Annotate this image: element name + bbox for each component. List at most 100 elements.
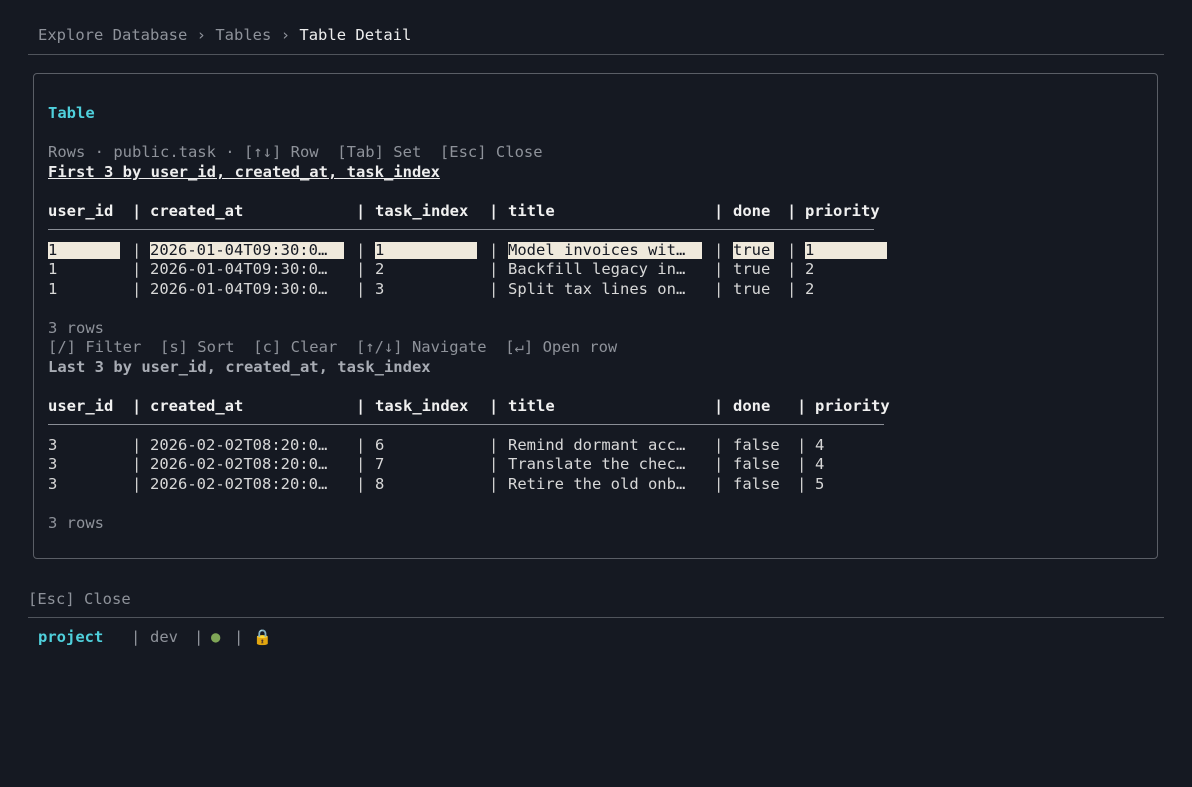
column-separator: |	[489, 280, 499, 298]
cell-user-id: 3	[48, 475, 58, 493]
column-separator: |	[797, 397, 807, 415]
column-separator: |	[714, 241, 724, 259]
column-separator: |	[714, 202, 724, 220]
close-hint[interactable]: [Esc] Close	[28, 589, 131, 609]
column-separator: |	[787, 280, 797, 298]
column-header-title: title	[508, 202, 555, 220]
column-separator: |	[797, 475, 807, 493]
cell-task-index: 6	[375, 436, 385, 454]
column-separator: |	[132, 260, 142, 278]
column-separator: |	[356, 397, 366, 415]
column-header-priority: priority	[805, 202, 880, 220]
status-separator: |	[194, 628, 204, 646]
last-row-count: 3 rows	[48, 514, 104, 532]
column-header-done: done	[733, 202, 771, 220]
cell-done: true	[733, 260, 771, 278]
column-header-task-index: task_index	[375, 202, 469, 220]
column-separator: |	[132, 241, 142, 259]
cell-done: true	[733, 242, 774, 259]
column-separator: |	[714, 280, 724, 298]
cell-task-index: 1	[375, 242, 477, 259]
cell-user-id: 1	[48, 242, 120, 259]
lock-icon: 🔒	[253, 628, 272, 646]
cell-task-index: 8	[375, 475, 385, 493]
first-table-header-rule	[48, 229, 874, 230]
table-row-selected[interactable]: 1 | 2026-01-04T09:30:0… | 1 | Model invo…	[48, 240, 888, 260]
keys-hint: [/] Filter [s] Sort [c] Clear [↑/↓] Navi…	[48, 338, 618, 356]
column-separator: |	[132, 397, 142, 415]
column-separator: |	[787, 260, 797, 278]
status-separator: |	[131, 628, 141, 646]
column-header-user-id: user_id	[48, 202, 114, 220]
column-header-user-id: user_id	[48, 397, 114, 415]
column-separator: |	[714, 397, 724, 415]
column-separator: |	[714, 475, 724, 493]
column-header-created-at: created_at	[150, 202, 244, 220]
table-row[interactable]: 3 | 2026-02-02T08:20:0… | 6 | Remind dor…	[48, 435, 898, 455]
column-header-title: title	[508, 397, 555, 415]
column-header-created-at: created_at	[150, 397, 244, 415]
breadcrumb-tables[interactable]: Tables	[215, 26, 271, 44]
column-separator: |	[714, 436, 724, 454]
cell-created-at: 2026-01-04T09:30:0…	[150, 280, 328, 298]
column-separator: |	[132, 436, 142, 454]
last-rows-caption[interactable]: Last 3 by user_id, created_at, task_inde…	[48, 357, 431, 377]
cell-priority: 4	[815, 455, 825, 473]
column-separator: |	[132, 475, 142, 493]
cell-task-index: 3	[375, 280, 385, 298]
cell-title: Retire the old onb…	[508, 475, 686, 493]
column-separator: |	[797, 436, 807, 454]
cell-priority: 1	[805, 242, 887, 259]
column-separator: |	[356, 455, 366, 473]
column-header-task-index: task_index	[375, 397, 469, 415]
cell-created-at: 2026-02-02T08:20:0…	[150, 436, 328, 454]
last-table-header-rule	[48, 424, 884, 425]
table-row[interactable]: 1 | 2026-01-04T09:30:0… | 2 | Backfill l…	[48, 259, 888, 279]
cell-title: Split tax lines on…	[508, 280, 686, 298]
table-row[interactable]: 3 | 2026-02-02T08:20:0… | 7 | Translate …	[48, 454, 898, 474]
cell-priority: 2	[805, 280, 815, 298]
column-separator: |	[714, 455, 724, 473]
breadcrumb-separator: ›	[280, 26, 291, 44]
environment-label[interactable]: dev	[150, 627, 178, 647]
cell-done: false	[733, 455, 780, 473]
cell-priority: 4	[815, 436, 825, 454]
cell-title: Backfill legacy in…	[508, 260, 686, 278]
cell-priority: 5	[815, 475, 825, 493]
breadcrumb: Explore Database › Tables › Table Detail	[38, 24, 411, 46]
column-separator: |	[489, 260, 499, 278]
column-separator: |	[356, 260, 366, 278]
cell-done: false	[733, 475, 780, 493]
project-name[interactable]: project	[38, 627, 103, 647]
column-separator: |	[797, 455, 807, 473]
status-separator: |	[234, 628, 244, 646]
column-separator: |	[132, 455, 142, 473]
first-row-count: 3 rows	[48, 319, 104, 337]
last-table-header: user_id | created_at | task_index | titl…	[48, 396, 890, 416]
first-rows-caption[interactable]: First 3 by user_id, created_at, task_ind…	[48, 162, 440, 182]
cell-created-at: 2026-01-04T09:30:0…	[150, 242, 344, 259]
table-row[interactable]: 3 | 2026-02-02T08:20:0… | 8 | Retire the…	[48, 474, 898, 494]
column-separator: |	[356, 241, 366, 259]
cell-title: Model invoices wit…	[508, 242, 702, 259]
breadcrumb-separator: ›	[196, 26, 206, 44]
column-separator: |	[787, 241, 797, 259]
connection-status-dot-icon: ●	[211, 628, 221, 646]
cell-done: true	[733, 280, 771, 298]
column-separator: |	[714, 260, 724, 278]
first-table-header: user_id | created_at | task_index | titl…	[48, 201, 880, 221]
column-separator: |	[356, 436, 366, 454]
cell-user-id: 3	[48, 436, 58, 454]
cell-title: Remind dormant acc…	[508, 436, 686, 454]
breadcrumb-explore-database[interactable]: Explore Database	[38, 26, 187, 44]
panel-title: Table	[48, 104, 95, 122]
column-separator: |	[489, 241, 499, 259]
cell-user-id: 1	[48, 280, 58, 298]
table-row[interactable]: 1 | 2026-01-04T09:30:0… | 3 | Split tax …	[48, 279, 888, 299]
column-separator: |	[489, 475, 499, 493]
column-separator: |	[489, 436, 499, 454]
table-detail-panel: Table Rows · public.task · [↑↓] Row [Tab…	[33, 73, 1158, 559]
cell-title: Translate the chec…	[508, 455, 686, 473]
column-separator: |	[356, 202, 366, 220]
column-header-done: done	[733, 397, 771, 415]
